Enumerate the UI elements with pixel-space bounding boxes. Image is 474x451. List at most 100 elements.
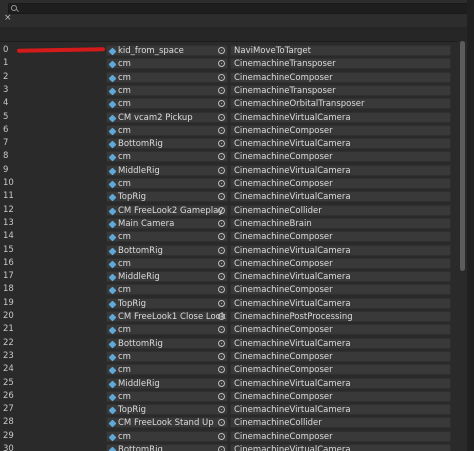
- component-field[interactable]: CinemachineComposer: [230, 430, 451, 442]
- object-field[interactable]: cm: [106, 151, 228, 163]
- object-field[interactable]: BottomRig: [106, 337, 228, 349]
- component-field[interactable]: CinemachineComposer: [230, 324, 451, 336]
- component-field[interactable]: CinemachineTransposer: [230, 58, 451, 70]
- component-field[interactable]: CinemachineVirtualCamera: [230, 271, 451, 283]
- component-field[interactable]: CinemachineVirtualCamera: [230, 244, 451, 256]
- component-field[interactable]: CinemachineTransposer: [230, 84, 451, 96]
- object-field[interactable]: BottomRig: [106, 244, 228, 256]
- object-picker-icon[interactable]: [218, 47, 225, 54]
- object-picker-icon[interactable]: [218, 366, 225, 374]
- object-field[interactable]: CM FreeLook1 Close Look: [106, 311, 228, 322]
- component-field[interactable]: CinemachineVirtualCamera: [230, 111, 451, 123]
- object-field[interactable]: MiddleRig: [106, 271, 228, 283]
- object-field[interactable]: BottomRig: [106, 138, 228, 150]
- component-field[interactable]: CinemachineComposer: [230, 71, 451, 83]
- object-picker-icon[interactable]: [218, 419, 225, 427]
- object-field[interactable]: CM FreeLook Stand Up: [106, 417, 228, 429]
- object-field[interactable]: kid_from_space: [106, 45, 228, 56]
- object-picker-icon[interactable]: [218, 446, 225, 451]
- component-field[interactable]: CinemachineComposer: [230, 350, 451, 362]
- object-picker-icon[interactable]: [218, 273, 225, 281]
- component-field[interactable]: CinemachineVirtualCamera: [230, 444, 451, 451]
- component-field[interactable]: CinemachineVirtualCamera: [230, 297, 451, 309]
- component-field[interactable]: CinemachineComposer: [230, 231, 451, 243]
- component-field[interactable]: CinemachineVirtualCamera: [230, 404, 451, 416]
- object-field[interactable]: Main Camera: [106, 217, 228, 229]
- object-field[interactable]: cm: [106, 178, 228, 189]
- object-picker-icon[interactable]: [218, 140, 225, 148]
- object-picker-icon[interactable]: [218, 392, 225, 400]
- object-picker-icon[interactable]: [218, 126, 225, 134]
- object-picker-icon[interactable]: [218, 299, 225, 307]
- component-field[interactable]: CinemachineCollider: [230, 204, 451, 216]
- object-field[interactable]: cm: [106, 364, 228, 376]
- component-field[interactable]: CinemachineComposer: [230, 257, 451, 269]
- object-picker-icon[interactable]: [218, 246, 225, 254]
- object-field[interactable]: cm: [106, 124, 228, 136]
- component-field[interactable]: CinemachineCollider: [230, 417, 451, 429]
- object-field[interactable]: cm: [106, 84, 228, 96]
- object-field[interactable]: cm: [106, 390, 228, 402]
- close-icon[interactable]: ×: [4, 13, 12, 23]
- object-picker-icon[interactable]: [218, 86, 225, 94]
- component-field[interactable]: CinemachineVirtualCamera: [230, 337, 451, 349]
- table-row: 30 BottomRig CinemachineVirtualCamera: [0, 443, 458, 451]
- component-field[interactable]: CinemachineVirtualCamera: [230, 377, 451, 389]
- object-field[interactable]: TopRig: [106, 191, 228, 203]
- object-picker-icon[interactable]: [218, 432, 225, 440]
- component-field[interactable]: CinemachineOrbitalTransposer: [230, 98, 451, 110]
- object-picker-icon[interactable]: [218, 352, 225, 360]
- object-field[interactable]: TopRig: [106, 404, 228, 416]
- object-picker-icon[interactable]: [218, 326, 225, 334]
- object-picker-icon[interactable]: [218, 219, 225, 227]
- object-picker-icon[interactable]: [218, 286, 225, 294]
- object-picker-icon[interactable]: [218, 259, 225, 267]
- object-picker-icon[interactable]: [218, 313, 225, 320]
- component-field[interactable]: CinemachineComposer: [230, 124, 451, 136]
- component-field[interactable]: CinemachineComposer: [230, 151, 451, 163]
- object-field[interactable]: CM vcam2 Pickup: [106, 111, 228, 123]
- component-field[interactable]: CinemachineComposer: [230, 390, 451, 402]
- object-label: MiddleRig: [118, 165, 160, 176]
- object-picker-icon[interactable]: [218, 180, 225, 187]
- object-picker-icon[interactable]: [218, 193, 225, 201]
- component-field[interactable]: CinemachineVirtualCamera: [230, 138, 451, 150]
- component-field[interactable]: CinemachineBrain: [230, 217, 451, 229]
- component-field[interactable]: CinemachineComposer: [230, 364, 451, 376]
- object-field[interactable]: cm: [106, 231, 228, 243]
- search-input[interactable]: [8, 3, 470, 14]
- object-field[interactable]: MiddleRig: [106, 377, 228, 389]
- object-field[interactable]: cm: [106, 350, 228, 362]
- object-field[interactable]: cm: [106, 98, 228, 110]
- object-picker-icon[interactable]: [218, 60, 225, 68]
- component-field[interactable]: CinemachineVirtualCamera: [230, 191, 451, 203]
- object-field[interactable]: MiddleRig: [106, 164, 228, 176]
- object-picker-icon[interactable]: [218, 100, 225, 108]
- object-field[interactable]: TopRig: [106, 297, 228, 309]
- component-field[interactable]: CinemachineVirtualCamera: [230, 164, 451, 176]
- object-picker-icon[interactable]: [218, 233, 225, 241]
- object-picker-icon[interactable]: [218, 406, 225, 414]
- object-field[interactable]: cm: [106, 430, 228, 442]
- object-picker-icon[interactable]: [218, 166, 225, 174]
- component-field[interactable]: CinemachineComposer: [230, 284, 451, 296]
- object-field[interactable]: CM FreeLook2 Gameplay: [106, 204, 228, 216]
- object-picker-icon[interactable]: [218, 113, 225, 121]
- object-field[interactable]: cm: [106, 71, 228, 83]
- object-field[interactable]: cm: [106, 284, 228, 296]
- gameobject-icon: [108, 87, 117, 96]
- object-picker-icon[interactable]: [218, 206, 225, 214]
- object-picker-icon[interactable]: [218, 339, 225, 347]
- object-field[interactable]: BottomRig: [106, 444, 228, 451]
- table-row: 23 cm CinemachineComposer: [0, 350, 458, 363]
- object-field[interactable]: cm: [106, 324, 228, 336]
- component-field[interactable]: CinemachineComposer: [230, 178, 451, 189]
- object-field[interactable]: cm: [106, 257, 228, 269]
- scrollbar-thumb[interactable]: [460, 41, 465, 271]
- object-picker-icon[interactable]: [218, 379, 225, 387]
- object-field[interactable]: cm: [106, 58, 228, 70]
- component-field[interactable]: CinemachinePostProcessing: [230, 311, 451, 322]
- component-field[interactable]: NaviMoveToTarget: [230, 45, 451, 56]
- object-picker-icon[interactable]: [218, 73, 225, 81]
- object-picker-icon[interactable]: [218, 153, 225, 161]
